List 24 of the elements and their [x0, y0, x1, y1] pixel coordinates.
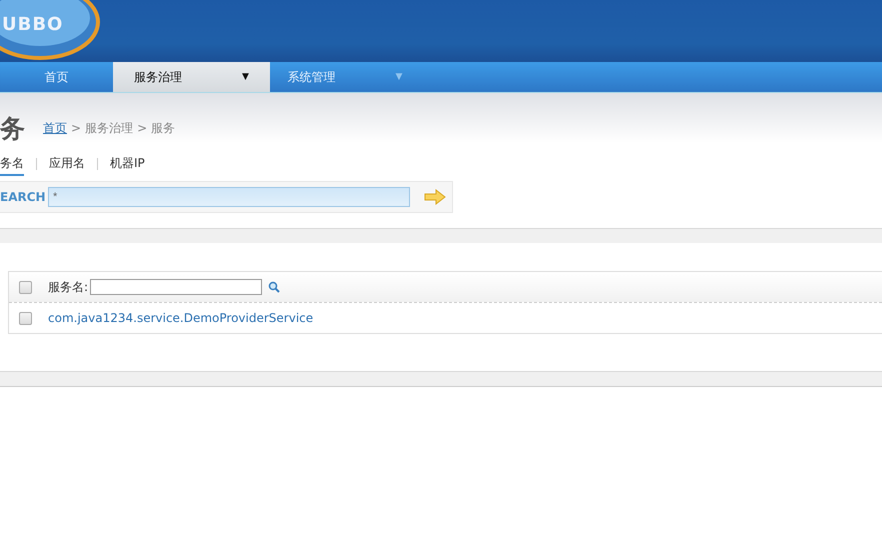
breadcrumb-separator: > [71, 121, 82, 135]
filter-field[interactable] [90, 279, 262, 295]
caret-icon: ▼ [242, 72, 249, 82]
nav-tab[interactable]: 服务治理 ▼ [113, 62, 270, 92]
logo-text: UBBO [2, 14, 64, 35]
arrow-right-icon[interactable] [424, 189, 446, 205]
nav-tab[interactable]: 系统管理 ▼ [270, 62, 420, 92]
breadcrumb-text: 服务 [151, 120, 176, 136]
page-title: 务 [0, 112, 25, 144]
select-all-checkbox[interactable] [19, 280, 32, 294]
row-checkbox[interactable] [19, 312, 32, 324]
search-label: EARCH [0, 190, 47, 204]
breadcrumb-link[interactable]: 首页 [43, 120, 67, 136]
nav-tab[interactable]: 首页 [0, 62, 113, 92]
search-tab[interactable]: 应用名 [49, 152, 85, 176]
filter-label: 服务名: [48, 278, 88, 296]
search-field[interactable]: * [48, 187, 410, 207]
service-link[interactable]: com.java1234.service.DemoProviderService [48, 311, 314, 325]
search-tab[interactable]: 机器IP [110, 152, 145, 176]
search-tab[interactable]: 务名 [0, 152, 24, 176]
search-icon[interactable] [268, 281, 280, 293]
caret-icon: ▼ [396, 72, 402, 82]
breadcrumb-text: 服务治理 [85, 120, 134, 136]
breadcrumb-separator: > [137, 121, 148, 135]
